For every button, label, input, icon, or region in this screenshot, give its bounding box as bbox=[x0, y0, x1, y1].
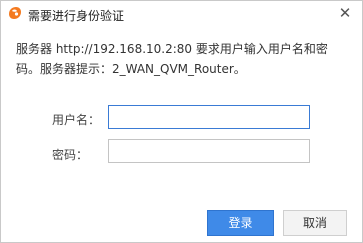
dialog-title: 需要进行身份验证 bbox=[28, 9, 125, 23]
username-label: 用户名： bbox=[52, 113, 101, 127]
username-input[interactable] bbox=[108, 105, 310, 129]
auth-message-line-1: 服务器 http://192.168.10.2:80 要求用户输入用户名和密 bbox=[16, 42, 328, 56]
password-label: 密码： bbox=[52, 148, 89, 162]
uc-browser-icon bbox=[7, 5, 23, 21]
login-button[interactable]: 登录 bbox=[207, 210, 274, 236]
auth-message: 服务器 http://192.168.10.2:80 要求用户输入用户名和密 码… bbox=[16, 39, 352, 79]
cancel-button[interactable]: 取消 bbox=[283, 210, 347, 236]
auth-message-line-2: 码。服务器提示：2_WAN_QVM_Router。 bbox=[16, 62, 246, 76]
title-bar[interactable]: 需要进行身份验证 ✕ bbox=[1, 1, 362, 28]
close-icon[interactable]: ✕ bbox=[336, 4, 354, 22]
password-input[interactable] bbox=[108, 139, 310, 163]
auth-dialog: 需要进行身份验证 ✕ 服务器 http://192.168.10.2:80 要求… bbox=[0, 0, 363, 243]
